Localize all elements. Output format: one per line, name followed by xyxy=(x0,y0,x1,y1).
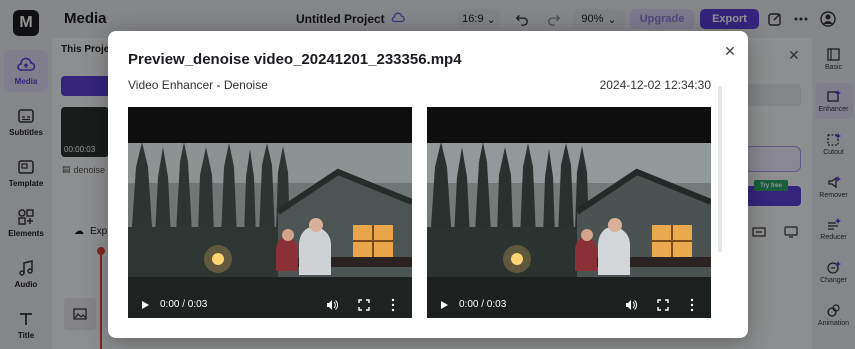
volume-icon[interactable] xyxy=(625,299,637,311)
volume-icon[interactable] xyxy=(326,299,338,311)
app-window: M Media Untitled Project 16:9 ⌄ 90% ⌄ Upgr… xyxy=(0,0,855,349)
video-frame xyxy=(427,107,711,318)
video-time: 0:00 / 0:03 xyxy=(160,299,208,310)
more-vertical-icon[interactable] xyxy=(390,298,396,312)
fullscreen-icon[interactable] xyxy=(358,299,370,311)
video-time: 0:00 / 0:03 xyxy=(459,299,507,310)
video-player-original[interactable]: 0:00 / 0:03 xyxy=(128,107,412,318)
scrollbar[interactable] xyxy=(718,86,722,252)
video-controls: 0:00 / 0:03 xyxy=(128,292,412,318)
dialog-subtitle: Video Enhancer - Denoise xyxy=(128,78,268,92)
video-player-denoised[interactable]: 0:00 / 0:03 xyxy=(427,107,711,318)
play-icon[interactable] xyxy=(439,300,449,310)
play-icon[interactable] xyxy=(140,300,150,310)
more-vertical-icon[interactable] xyxy=(689,298,695,312)
preview-dialog: ✕ Preview_denoise video_20241201_233356.… xyxy=(108,31,748,338)
dialog-timestamp: 2024-12-02 12:34:30 xyxy=(599,78,711,92)
video-controls: 0:00 / 0:03 xyxy=(427,292,711,318)
close-icon[interactable]: ✕ xyxy=(720,41,740,61)
video-frame xyxy=(128,107,412,318)
fullscreen-icon[interactable] xyxy=(657,299,669,311)
dialog-title: Preview_denoise video_20241201_233356.mp… xyxy=(128,51,462,68)
